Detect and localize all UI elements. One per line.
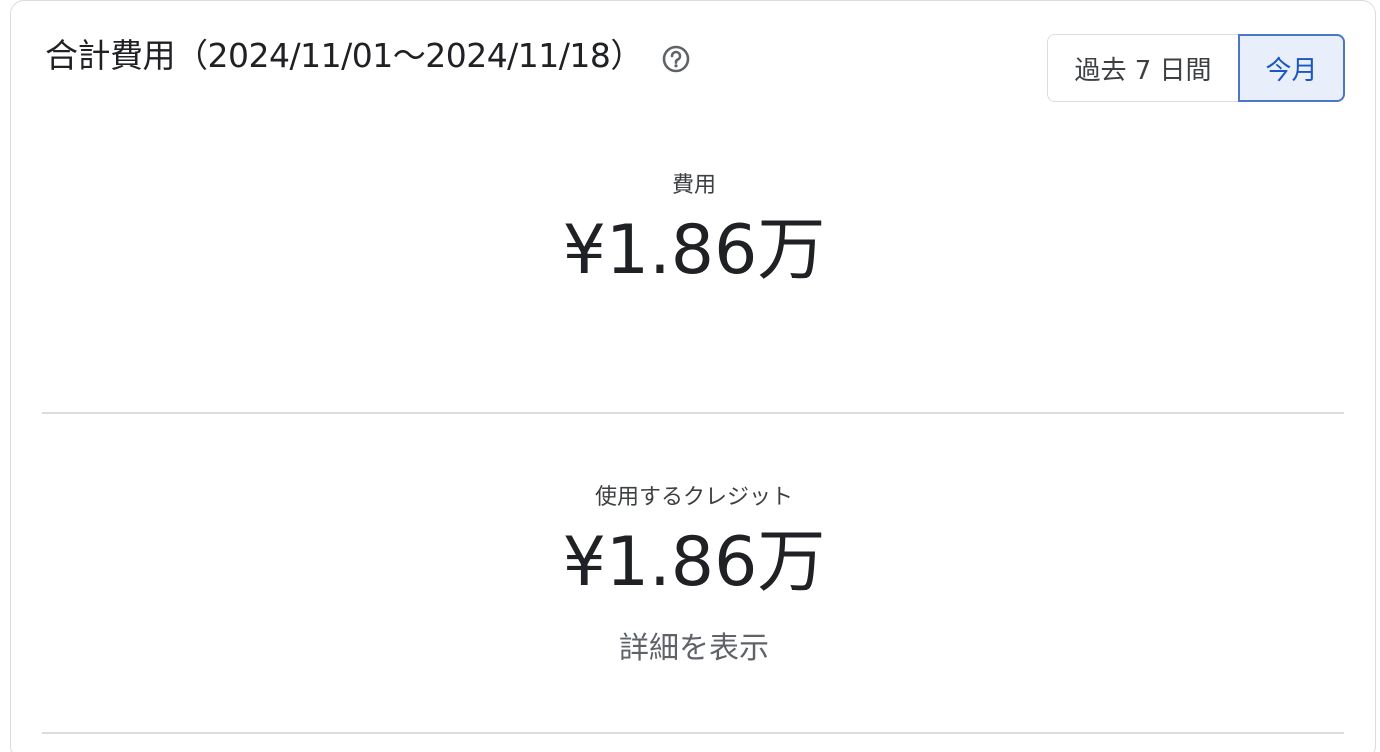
help-circle-icon[interactable]	[661, 44, 691, 74]
total-cost-card: 合計費用（2024/11/01〜2024/11/18） 過去 7 日間 今月 費…	[10, 0, 1376, 752]
credits-label: 使用するクレジット	[594, 485, 793, 510]
date-range-toggle: 過去 7 日間 今月	[1047, 34, 1345, 102]
past-7-days-button[interactable]: 過去 7 日間	[1047, 34, 1238, 102]
section-divider-bottom	[42, 732, 1344, 734]
credits-value: ¥1.86万	[562, 523, 826, 602]
cost-label: 費用	[671, 173, 716, 198]
view-details-link[interactable]: 詳細を表示	[11, 623, 1377, 667]
section-divider	[42, 412, 1344, 414]
cost-value: ¥1.86万	[562, 211, 826, 290]
this-month-button[interactable]: 今月	[1238, 34, 1345, 102]
card-title: 合計費用（2024/11/01〜2024/11/18）	[45, 36, 643, 75]
